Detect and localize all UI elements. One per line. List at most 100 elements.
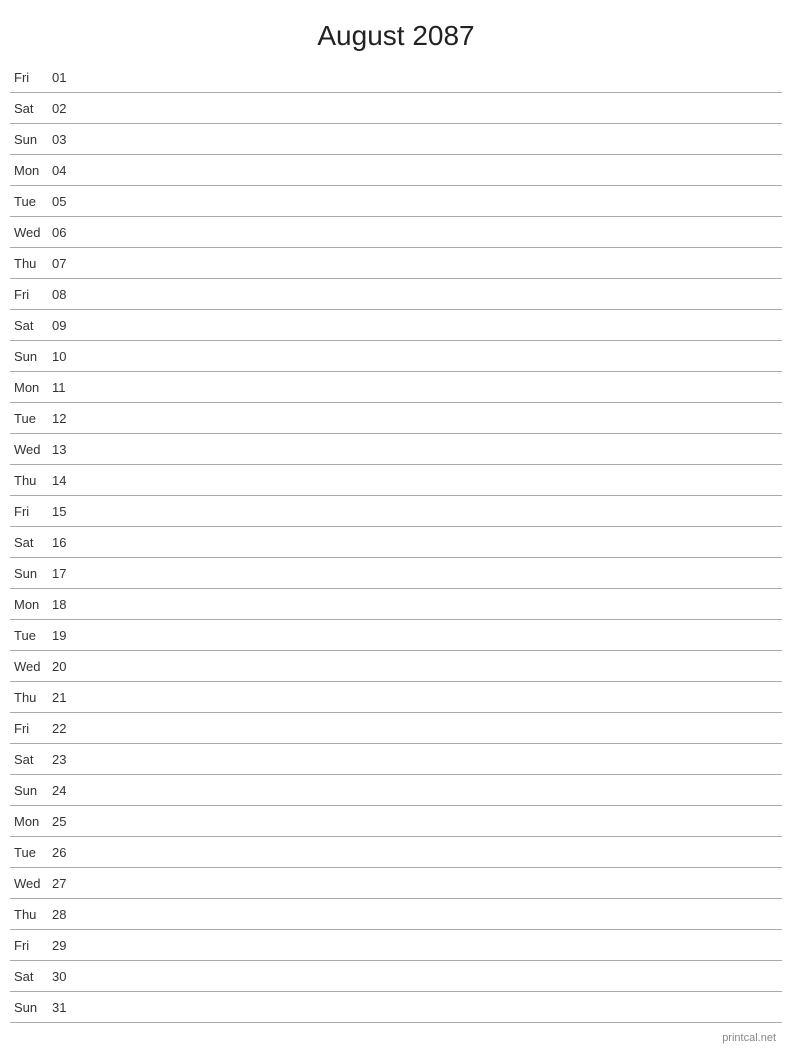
day-row: Sat16: [10, 527, 782, 558]
day-line: [82, 852, 782, 853]
day-row: Thu21: [10, 682, 782, 713]
day-row: Tue26: [10, 837, 782, 868]
day-line: [82, 387, 782, 388]
day-row: Sun17: [10, 558, 782, 589]
day-number: 12: [52, 411, 82, 426]
day-name: Wed: [10, 876, 52, 891]
day-row: Mon18: [10, 589, 782, 620]
day-line: [82, 976, 782, 977]
day-number: 22: [52, 721, 82, 736]
day-name: Wed: [10, 442, 52, 457]
day-row: Fri15: [10, 496, 782, 527]
day-name: Wed: [10, 225, 52, 240]
day-row: Wed20: [10, 651, 782, 682]
day-line: [82, 108, 782, 109]
day-row: Fri01: [10, 62, 782, 93]
day-row: Fri08: [10, 279, 782, 310]
day-row: Thu28: [10, 899, 782, 930]
day-name: Sun: [10, 783, 52, 798]
day-line: [82, 883, 782, 884]
day-number: 31: [52, 1000, 82, 1015]
day-row: Fri22: [10, 713, 782, 744]
watermark: printcal.net: [722, 1032, 776, 1044]
day-line: [82, 294, 782, 295]
day-number: 16: [52, 535, 82, 550]
day-number: 15: [52, 504, 82, 519]
day-line: [82, 635, 782, 636]
day-name: Sun: [10, 566, 52, 581]
day-name: Mon: [10, 814, 52, 829]
day-name: Sun: [10, 1000, 52, 1015]
day-line: [82, 666, 782, 667]
day-name: Tue: [10, 628, 52, 643]
day-line: [82, 914, 782, 915]
day-number: 29: [52, 938, 82, 953]
day-line: [82, 759, 782, 760]
day-row: Tue05: [10, 186, 782, 217]
day-number: 17: [52, 566, 82, 581]
day-line: [82, 77, 782, 78]
day-number: 10: [52, 349, 82, 364]
day-number: 21: [52, 690, 82, 705]
day-number: 02: [52, 101, 82, 116]
day-number: 03: [52, 132, 82, 147]
day-name: Fri: [10, 504, 52, 519]
day-name: Wed: [10, 659, 52, 674]
day-name: Thu: [10, 473, 52, 488]
day-row: Sat09: [10, 310, 782, 341]
day-number: 19: [52, 628, 82, 643]
day-number: 26: [52, 845, 82, 860]
day-line: [82, 325, 782, 326]
day-line: [82, 449, 782, 450]
day-name: Sat: [10, 752, 52, 767]
day-line: [82, 170, 782, 171]
day-name: Thu: [10, 690, 52, 705]
day-line: [82, 945, 782, 946]
day-number: 14: [52, 473, 82, 488]
day-line: [82, 573, 782, 574]
day-row: Tue12: [10, 403, 782, 434]
day-name: Sun: [10, 132, 52, 147]
day-row: Wed13: [10, 434, 782, 465]
day-name: Tue: [10, 845, 52, 860]
day-row: Sun10: [10, 341, 782, 372]
day-line: [82, 821, 782, 822]
day-number: 08: [52, 287, 82, 302]
day-number: 23: [52, 752, 82, 767]
day-line: [82, 356, 782, 357]
day-name: Fri: [10, 287, 52, 302]
day-number: 01: [52, 70, 82, 85]
day-line: [82, 418, 782, 419]
day-row: Fri29: [10, 930, 782, 961]
day-line: [82, 480, 782, 481]
day-row: Sat02: [10, 93, 782, 124]
day-name: Mon: [10, 163, 52, 178]
day-row: Wed06: [10, 217, 782, 248]
day-name: Thu: [10, 256, 52, 271]
day-number: 18: [52, 597, 82, 612]
day-name: Sat: [10, 318, 52, 333]
day-row: Wed27: [10, 868, 782, 899]
day-number: 27: [52, 876, 82, 891]
day-line: [82, 139, 782, 140]
day-name: Sat: [10, 535, 52, 550]
day-line: [82, 697, 782, 698]
day-row: Thu07: [10, 248, 782, 279]
day-name: Mon: [10, 597, 52, 612]
day-name: Sun: [10, 349, 52, 364]
day-number: 09: [52, 318, 82, 333]
day-row: Sun31: [10, 992, 782, 1023]
day-name: Tue: [10, 194, 52, 209]
day-row: Mon04: [10, 155, 782, 186]
day-number: 13: [52, 442, 82, 457]
day-number: 11: [52, 380, 82, 395]
day-line: [82, 542, 782, 543]
day-line: [82, 790, 782, 791]
day-row: Mon25: [10, 806, 782, 837]
day-name: Fri: [10, 721, 52, 736]
day-row: Sun24: [10, 775, 782, 806]
day-name: Thu: [10, 907, 52, 922]
day-number: 06: [52, 225, 82, 240]
day-row: Sun03: [10, 124, 782, 155]
day-number: 25: [52, 814, 82, 829]
